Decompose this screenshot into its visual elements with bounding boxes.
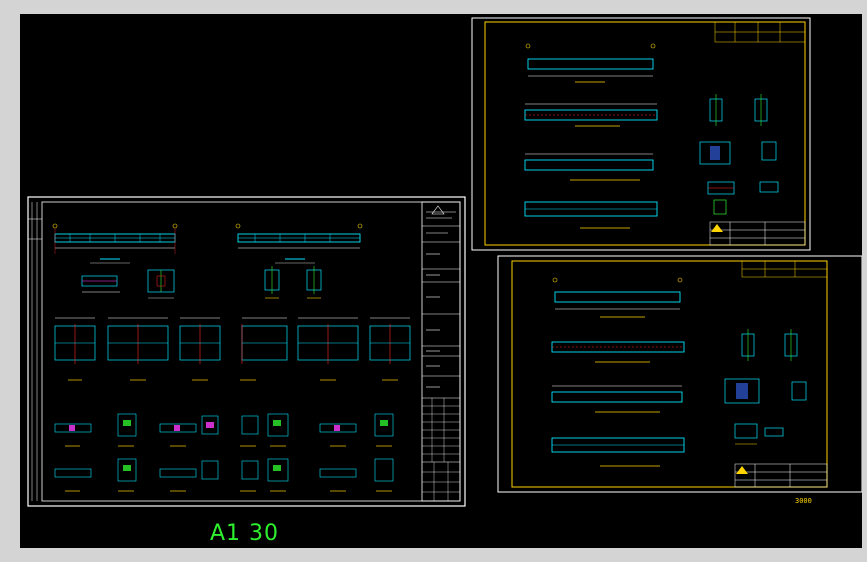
sheet-bottom-right[interactable]	[497, 255, 862, 493]
corner-scale-note: 3000	[795, 497, 812, 505]
sheet-top-right-beams[interactable]	[524, 43, 658, 229]
sheet-scale-label: A1 30	[210, 521, 280, 546]
sheet-top-right-inner-border	[484, 21, 806, 246]
sheet-left-detail-row-a[interactable]	[81, 266, 322, 299]
sheet-left-inner-border	[41, 201, 461, 502]
sheet-top-right[interactable]	[471, 17, 811, 251]
sheet-left-joint-details[interactable]	[54, 317, 411, 381]
sheet-top-right-outer-border	[471, 17, 811, 251]
cad-drawing-viewport[interactable]: A1 30 3000	[20, 14, 862, 548]
sheet-left-title-block	[421, 201, 461, 502]
sheet-left[interactable]	[27, 196, 466, 507]
sheet-bottom-right-outer-border	[497, 255, 862, 493]
sheet-left-connection-details[interactable]	[54, 413, 394, 492]
sheet-bottom-right-beams[interactable]	[551, 277, 685, 467]
sheet-left-outer-border	[27, 196, 466, 507]
sheet-left-beam-elevation-1[interactable]	[52, 223, 178, 264]
sheet-bottom-right-sections[interactable]	[724, 329, 807, 445]
sheet-top-right-sections[interactable]	[699, 94, 779, 215]
sheet-bottom-right-inner-border	[511, 260, 828, 488]
cad-drawing-canvas[interactable]	[20, 14, 862, 548]
sheet-left-beam-elevation-2[interactable]	[235, 223, 363, 264]
